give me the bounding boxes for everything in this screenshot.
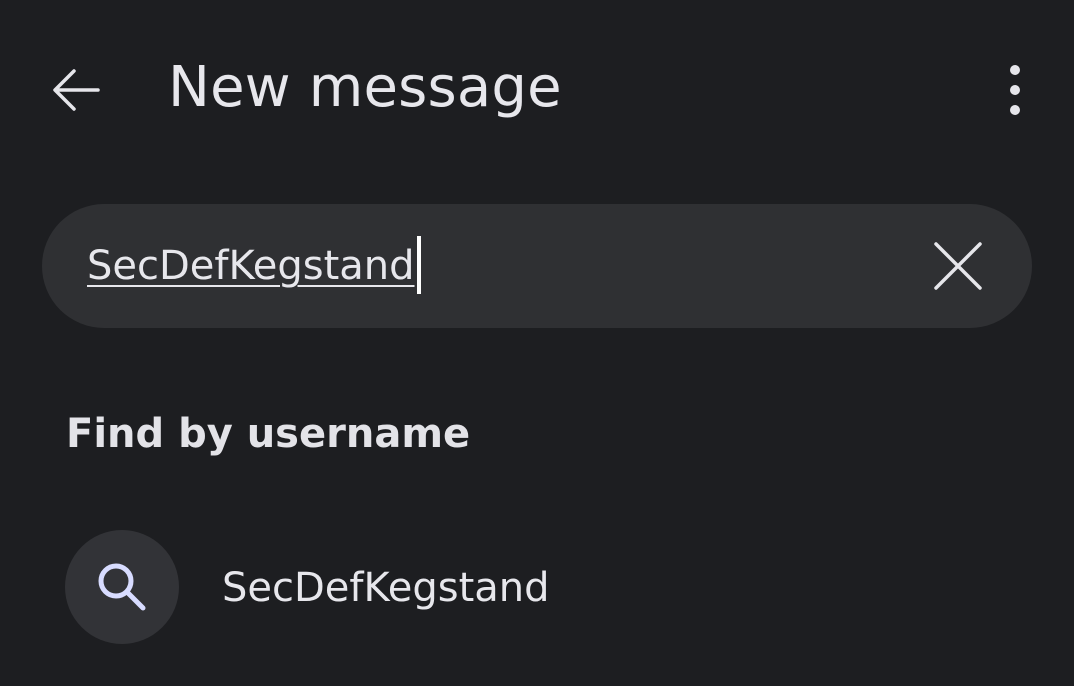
more-options-button[interactable] bbox=[985, 50, 1045, 130]
arrow-left-icon bbox=[53, 69, 100, 111]
top-app-bar: New message bbox=[0, 0, 1074, 180]
close-icon bbox=[934, 242, 982, 290]
recipient-search-bar: SecDefKegstand bbox=[42, 204, 1032, 328]
find-by-username-heading: Find by username bbox=[66, 411, 471, 457]
page-title: New message bbox=[168, 55, 562, 120]
back-button[interactable] bbox=[36, 50, 116, 130]
search-icon bbox=[98, 563, 146, 611]
more-vertical-icon bbox=[1010, 65, 1020, 115]
search-input[interactable]: SecDefKegstand bbox=[87, 234, 421, 298]
result-avatar bbox=[65, 530, 179, 644]
new-message-screen: New message SecDefKegstand Find by usern… bbox=[0, 0, 1074, 686]
result-username-label: SecDefKegstand bbox=[222, 565, 550, 611]
search-input-text: SecDefKegstand bbox=[87, 243, 415, 289]
text-cursor bbox=[416, 236, 421, 294]
clear-search-button[interactable] bbox=[922, 230, 994, 302]
username-result-item[interactable]: SecDefKegstand bbox=[0, 520, 1074, 656]
